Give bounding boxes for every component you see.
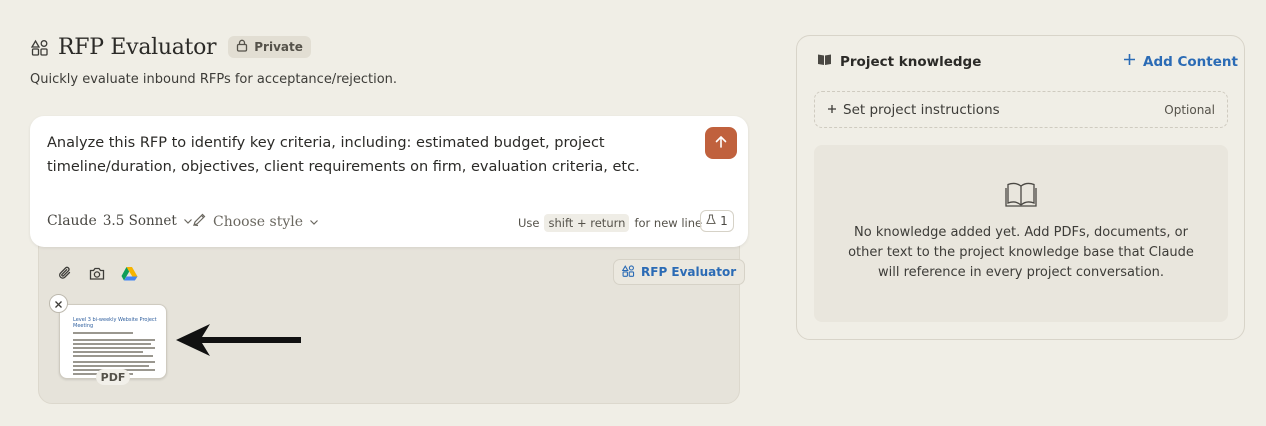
message-composer[interactable]: Analyze this RFP to identify key criteri… (30, 116, 748, 247)
hint-keys: shift + return (544, 214, 630, 232)
doc-line (73, 343, 151, 345)
knowledge-header: Project knowledge (817, 53, 981, 70)
instructions-label: Set project instructions (843, 102, 1000, 118)
attachment-count-button[interactable]: 1 (700, 210, 734, 232)
file-type-label: PDF (96, 369, 130, 385)
knowledge-title: Project knowledge (840, 53, 982, 70)
doc-line (73, 355, 153, 357)
empty-state-text: No knowledge added yet. Add PDFs, docume… (836, 223, 1206, 283)
open-book-icon (1005, 180, 1037, 212)
lock-icon (236, 39, 248, 55)
google-drive-icon[interactable] (120, 264, 138, 282)
empty-line-3: will reference in every project conversa… (877, 265, 1165, 280)
book-icon (817, 53, 832, 70)
private-badge: Private (228, 36, 311, 58)
doc-line (73, 339, 155, 341)
project-header: RFP Evaluator Private (30, 32, 311, 62)
model-selector[interactable]: Claude 3.5 Sonnet (47, 213, 193, 229)
empty-line-1: No knowledge added yet. Add PDFs, docume… (854, 225, 1188, 240)
empty-line-2: other text to the project knowledge base… (848, 245, 1194, 260)
model-name: Claude (47, 213, 97, 229)
doc-line (73, 332, 133, 334)
add-content-label: Add Content (1143, 53, 1238, 70)
plus-icon (827, 102, 837, 118)
newline-hint: Use shift + return for new line (518, 214, 702, 232)
prompt-line-1: Analyze this RFP to identify key criteri… (47, 135, 605, 151)
prompt-line-2: timeline/duration, objectives, client re… (47, 159, 640, 175)
hint-suffix: for new line (634, 216, 703, 230)
doc-line (73, 365, 149, 367)
style-label: Choose style (213, 213, 303, 230)
project-chip[interactable]: RFP Evaluator (613, 259, 746, 285)
project-shapes-icon (30, 37, 50, 57)
doc-line (73, 361, 155, 363)
plus-icon (1123, 53, 1136, 70)
project-description: Quickly evaluate inbound RFPs for accept… (30, 72, 398, 87)
page-title: RFP Evaluator (58, 34, 217, 60)
add-content-button[interactable]: Add Content (1123, 53, 1238, 70)
set-instructions-button[interactable]: Set project instructions Optional (814, 91, 1228, 128)
optional-label: Optional (1164, 103, 1215, 117)
doc-line (73, 351, 143, 353)
style-selector[interactable]: Choose style (192, 212, 319, 231)
close-icon (54, 294, 63, 313)
instructions-label-wrap: Set project instructions (827, 102, 1000, 118)
pen-nib-icon (192, 212, 207, 231)
project-knowledge-panel: Project knowledge Add Content Set projec… (796, 35, 1245, 340)
prompt-input[interactable]: Analyze this RFP to identify key criteri… (47, 131, 687, 179)
annotation-arrow-icon (174, 322, 304, 362)
project-shapes-icon (621, 264, 635, 280)
send-button[interactable] (705, 127, 737, 159)
attachment-count: 1 (720, 214, 728, 228)
doc-preview-title: Level 3 bi-weekly Website Project Meetin… (73, 317, 157, 329)
remove-attachment-button[interactable] (49, 294, 68, 313)
model-version: 3.5 Sonnet (102, 213, 177, 229)
paperclip-icon[interactable] (56, 264, 74, 282)
knowledge-empty-state: No knowledge added yet. Add PDFs, docume… (814, 145, 1228, 322)
private-badge-label: Private (254, 40, 303, 54)
project-chip-label: RFP Evaluator (641, 265, 737, 279)
hint-use: Use (518, 216, 540, 230)
flask-icon (706, 214, 717, 228)
chevron-down-icon (309, 214, 319, 230)
arrow-up-icon (714, 134, 728, 153)
pdf-attachment-thumbnail[interactable]: Level 3 bi-weekly Website Project Meetin… (59, 304, 167, 379)
doc-line (73, 347, 155, 349)
camera-icon[interactable] (88, 264, 106, 282)
